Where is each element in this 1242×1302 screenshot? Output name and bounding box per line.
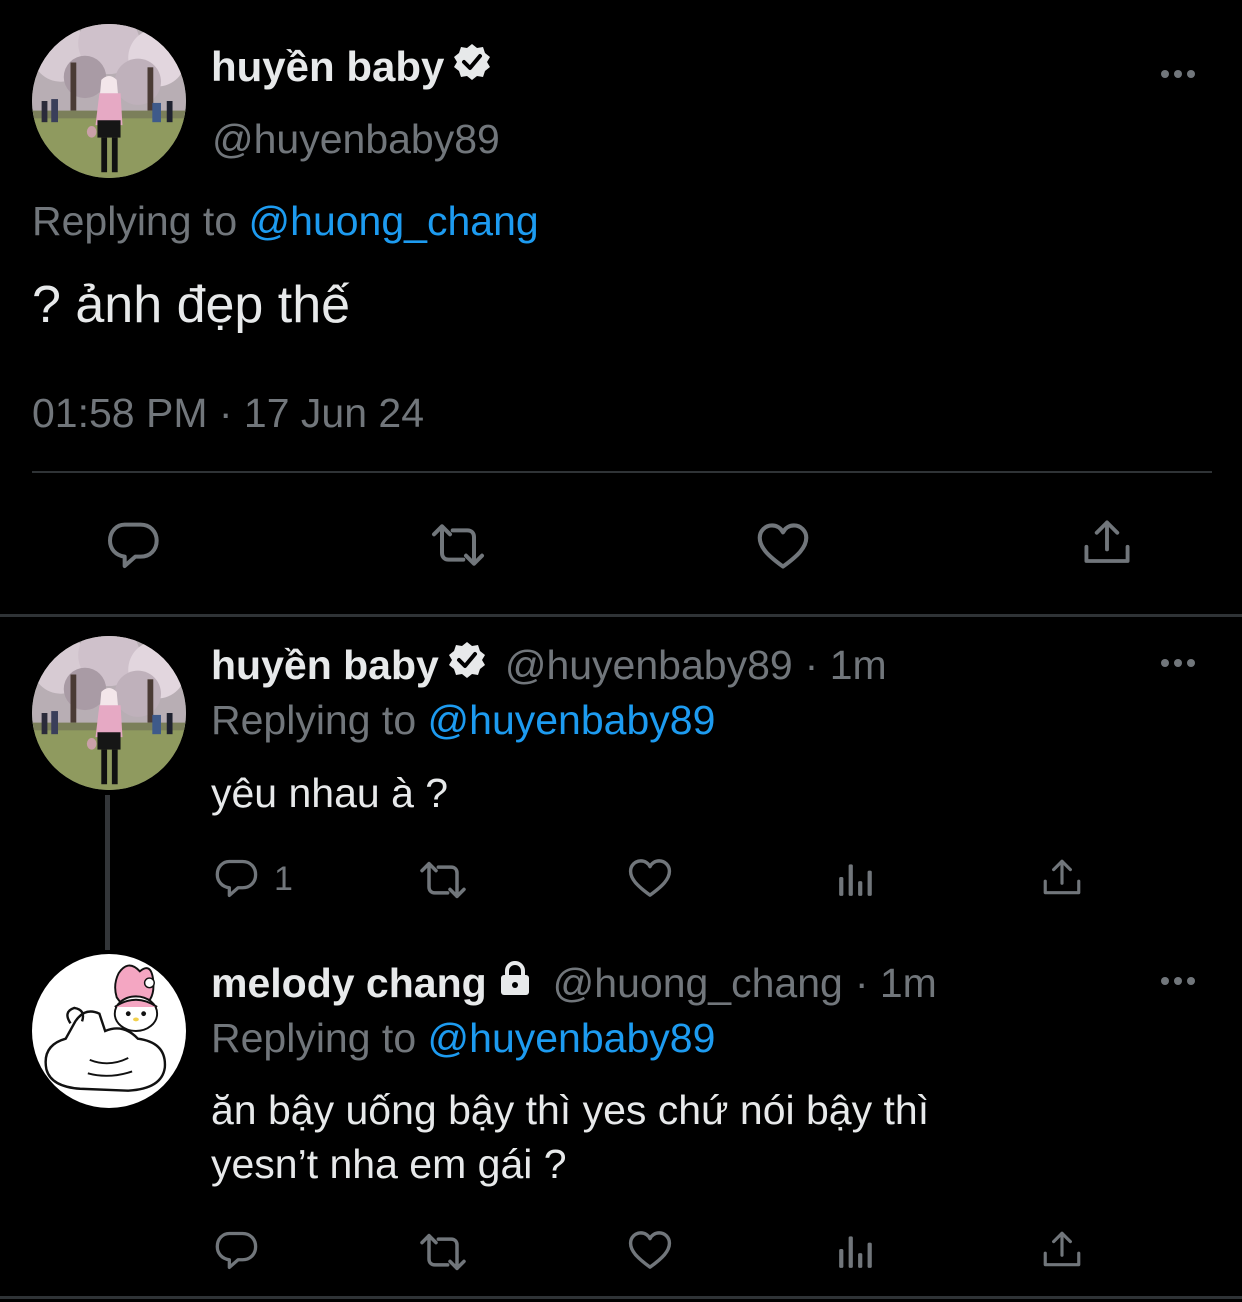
- handle[interactable]: @huong_chang: [553, 960, 843, 1007]
- avatar[interactable]: [32, 954, 186, 1108]
- handle[interactable]: @huyenbaby89: [505, 642, 793, 689]
- avatar[interactable]: [32, 636, 186, 790]
- more-icon[interactable]: [1161, 659, 1195, 667]
- display-name-row[interactable]: huyền baby: [211, 42, 493, 92]
- comment-button[interactable]: [214, 1229, 260, 1273]
- replying-to-line: Replying to @huong_chang: [32, 198, 539, 245]
- comment-icon: [214, 1229, 260, 1273]
- share-button[interactable]: [1080, 516, 1134, 570]
- reply-header: melody chang @huong_chang · 1m: [211, 958, 937, 1008]
- replying-to-label: Replying to: [211, 697, 417, 743]
- reply-header: huyền baby @huyenbaby89 · 1m: [211, 640, 887, 690]
- like-icon: [626, 856, 674, 900]
- replying-to-line: Replying to @huyenbaby89: [211, 697, 715, 744]
- share-icon: [1080, 516, 1134, 570]
- divider: [32, 471, 1212, 473]
- analytics-icon: [836, 1230, 876, 1270]
- share-button[interactable]: [1040, 856, 1084, 900]
- retweet-button[interactable]: [416, 859, 470, 901]
- thread-line: [105, 795, 110, 950]
- analytics-button[interactable]: [836, 1230, 876, 1270]
- verified-icon: [446, 640, 487, 690]
- comment-button[interactable]: 1: [214, 857, 293, 901]
- replying-to-link[interactable]: @huong_chang: [249, 198, 539, 244]
- replying-to-link[interactable]: @huyenbaby89: [428, 1015, 716, 1061]
- analytics-button[interactable]: [836, 858, 876, 898]
- avatar[interactable]: [32, 24, 186, 178]
- share-icon: [1040, 1228, 1084, 1272]
- like-button[interactable]: [754, 520, 812, 572]
- display-name[interactable]: huyền baby: [211, 642, 439, 689]
- main-tweet: huyền baby @huyenbaby89 Replying to @huo…: [0, 0, 1242, 616]
- display-name[interactable]: huyền baby: [211, 43, 444, 91]
- comment-icon: [106, 519, 162, 573]
- retweet-icon: [416, 1231, 470, 1273]
- retweet-button[interactable]: [416, 1231, 470, 1273]
- retweet-icon: [416, 859, 470, 901]
- more-icon[interactable]: [1161, 70, 1195, 78]
- timestamp[interactable]: 01:58 PM · 17 Jun 24: [32, 390, 424, 437]
- replying-to-line: Replying to @huyenbaby89: [211, 1015, 715, 1062]
- handle[interactable]: @huyenbaby89: [212, 116, 500, 163]
- tweet-text: ăn bậy uống bậy thì yes chứ nói bậy thì …: [211, 1083, 929, 1191]
- share-icon: [1040, 856, 1084, 900]
- replying-to-label: Replying to: [32, 198, 238, 244]
- replying-to-label: Replying to: [211, 1015, 417, 1061]
- retweet-button[interactable]: [426, 521, 490, 569]
- tweet-text: yêu nhau à ?: [211, 770, 449, 816]
- comment-icon: [214, 857, 260, 901]
- comment-button[interactable]: [106, 519, 162, 573]
- lock-icon: [495, 958, 535, 1008]
- like-button[interactable]: [626, 856, 674, 900]
- retweet-icon: [426, 521, 490, 569]
- relative-time[interactable]: · 1m: [855, 960, 937, 1007]
- tweet-text-line: ăn bậy uống bậy thì yes chứ nói bậy thì: [211, 1087, 930, 1133]
- section-divider: [0, 614, 1242, 617]
- tweet-text: ? ảnh đẹp thế: [32, 276, 351, 334]
- replying-to-link[interactable]: @huyenbaby89: [428, 697, 716, 743]
- like-button[interactable]: [626, 1228, 674, 1272]
- like-icon: [626, 1228, 674, 1272]
- share-button[interactable]: [1040, 1228, 1084, 1272]
- display-name[interactable]: melody chang: [211, 960, 487, 1007]
- like-icon: [754, 520, 812, 572]
- reply-count: 1: [274, 859, 293, 898]
- divider: [0, 1296, 1242, 1299]
- verified-icon: [452, 42, 493, 92]
- tweet-text-line: yesn’t nha em gái ?: [211, 1141, 567, 1187]
- relative-time[interactable]: · 1m: [805, 642, 887, 689]
- more-icon[interactable]: [1161, 977, 1195, 985]
- analytics-icon: [836, 858, 876, 898]
